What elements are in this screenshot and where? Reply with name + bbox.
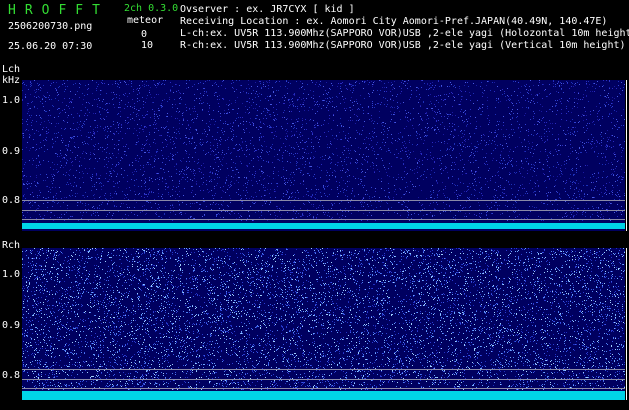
rch-reference-line [22, 379, 625, 380]
rch-signal-band [22, 391, 625, 400]
lch-ytick-1: 1.0 [2, 95, 21, 106]
file-name: 2506200730.png [8, 21, 93, 32]
rch-ytick-2: 0.9 [2, 320, 21, 331]
rch-receiver-text: R-ch:ex. UV5R 113.900Mhz(SAPPORO VOR)USB… [180, 40, 626, 51]
lch-unit-label: kHz [2, 75, 21, 86]
rch-reference-line [22, 369, 625, 370]
lch-meteor-count: 0 [141, 29, 148, 40]
lch-reference-line [22, 210, 625, 211]
lch-signal-band [22, 223, 625, 229]
rch-reference-line [22, 388, 625, 389]
meteor-label: meteor [127, 15, 164, 26]
channel-info: 2ch 0.3.0 [124, 3, 179, 14]
location-text: Receiving Location : ex. Aomori City Aom… [180, 16, 608, 27]
rch-right-border [626, 248, 627, 400]
rch-meteor-count: 10 [141, 40, 154, 51]
lch-reference-line [22, 200, 625, 201]
rch-waterfall [22, 248, 625, 400]
rch-ytick-3: 0.8 [2, 370, 21, 381]
observer-text: Ovserver : ex. JR7CYX [ kid ] [180, 4, 355, 15]
lch-noise-layer [22, 80, 625, 221]
lch-ytick-2: 0.9 [2, 146, 21, 157]
rch-label: Rch [2, 240, 21, 251]
lch-label: Lch [2, 64, 21, 75]
lch-reference-line [22, 219, 625, 220]
app-title: HROFFT [8, 3, 109, 18]
date-time: 25.06.20 07:30 [8, 41, 93, 52]
lch-right-border [626, 80, 627, 231]
lch-waterfall [22, 80, 625, 231]
rch-ytick-1: 1.0 [2, 269, 21, 280]
rch-noise-layer [22, 248, 625, 390]
lch-ytick-3: 0.8 [2, 195, 21, 206]
lch-receiver-text: L-ch:ex. UV5R 113.900Mhz(SAPPORO VOR)USB… [180, 28, 629, 39]
